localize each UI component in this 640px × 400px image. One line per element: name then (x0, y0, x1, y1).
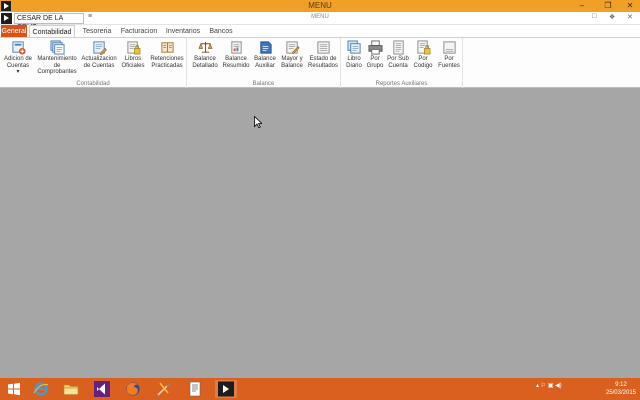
scale-icon (198, 41, 212, 53)
document-icon[interactable] (185, 380, 205, 398)
printer-icon (367, 40, 383, 55)
app-menu-taskbar-icon[interactable] (215, 380, 237, 398)
taskbar-clock[interactable]: 9:12 25/03/2015 (606, 381, 636, 397)
balance-resumido-button[interactable]: Balance Resumido (221, 40, 251, 69)
por-fuentes-button[interactable]: Por Fuentes (436, 40, 462, 69)
balance-detallado-label: Balance Detallado (192, 56, 218, 69)
mouse-cursor-icon (254, 116, 262, 128)
clock-date: 25/03/2015 (605, 390, 636, 396)
mayor-y-balance-button[interactable]: Mayor y Balance (279, 40, 305, 69)
auxiliary-balance-icon (259, 41, 272, 54)
por-grupo-label: Por Grupo (366, 56, 384, 69)
firefox-icon[interactable] (123, 380, 143, 398)
window-layout-icon[interactable]: ❖ (609, 13, 615, 21)
por-codigo-button[interactable]: Por Codigo (411, 40, 435, 69)
group-contabilidad: Adicion de Cuentas ▾ Mantenimiento de Co… (0, 38, 187, 88)
internet-explorer-icon[interactable] (31, 380, 51, 398)
taskbar: ▴ ⚐ ▣ ◀) 9:12 25/03/2015 (0, 378, 640, 400)
actualizacion-cuentas-button[interactable]: Actualizacion de Cuentas (80, 40, 118, 69)
ledger-icon (285, 41, 300, 54)
vouchers-icon (49, 40, 65, 55)
title-bar: MENU – ❐ ✕ (0, 0, 640, 12)
document-title: MENU (311, 14, 329, 20)
update-accounts-icon (92, 41, 107, 55)
workspace-area[interactable] (0, 88, 640, 378)
quick-access-bar: CESAR DE LA CRUZ ≡ MENU □ ❖ ✕ (0, 12, 640, 31)
balance-resumido-label: Balance Resumido (222, 56, 250, 69)
summary-balance-icon (230, 41, 242, 54)
group-balance-label: Balance (252, 81, 275, 87)
retenciones-practicadas-button[interactable]: Retenciones Practicadas (148, 40, 186, 69)
minimize-button[interactable]: – (574, 0, 590, 11)
mantenimiento-comprobantes-label: Mantenimiento de Comprobantes (37, 56, 77, 75)
windows-start-icon[interactable] (4, 380, 24, 398)
clock-time: 9:12 (615, 382, 627, 388)
close-button[interactable]: ✕ (622, 0, 638, 11)
group-contabilidad-label: Contabilidad (76, 81, 110, 87)
adicion-de-cuentas-button[interactable]: Adicion de Cuentas ▾ (2, 40, 34, 76)
add-account-icon (11, 41, 26, 55)
estado-resultados-button[interactable]: Estado de Resultados (305, 40, 341, 69)
tools-icon[interactable] (154, 380, 174, 398)
restore-button[interactable]: ❐ (600, 0, 616, 11)
system-tray-icons[interactable]: ▴ ⚐ ▣ ◀) (536, 382, 562, 389)
balance-auxiliar-button[interactable]: Balance Auxiliar (251, 40, 279, 69)
sources-icon (442, 41, 456, 54)
official-books-icon (126, 41, 140, 55)
ribbon-panel: Adicion de Cuentas ▾ Mantenimiento de Co… (0, 37, 640, 88)
daily-book-icon (346, 40, 361, 54)
libros-oficiales-label: Libros Oficiales (121, 56, 145, 69)
estado-resultados-label: Estado de Resultados (307, 56, 339, 69)
por-sub-cuenta-label: Por Sub Cuenta (387, 56, 409, 69)
window-title: MENU (308, 1, 332, 10)
adicion-de-cuentas-label: Adicion de Cuentas ▾ (3, 56, 33, 75)
withholdings-icon (160, 42, 174, 53)
libros-oficiales-button[interactable]: Libros Oficiales (119, 40, 147, 69)
por-sub-cuenta-button[interactable]: Por Sub Cuenta (385, 40, 411, 69)
retenciones-practicadas-label: Retenciones Practicadas (150, 56, 184, 69)
code-lock-icon (416, 40, 430, 55)
ribbon-display-icon[interactable]: □ (592, 13, 596, 20)
libro-diario-button[interactable]: Libro Diario (342, 40, 366, 69)
group-balance: Balance Detallado Balance Resumido Balan… (187, 38, 341, 88)
libro-diario-label: Libro Diario (346, 56, 362, 69)
group-reportes-auxiliares-label: Reportes Auxiliares (375, 81, 428, 87)
balance-detallado-button[interactable]: Balance Detallado (190, 40, 220, 69)
balance-auxiliar-label: Balance Auxiliar (254, 56, 276, 69)
mantenimiento-comprobantes-button[interactable]: Mantenimiento de Comprobantes (36, 40, 78, 76)
group-reportes-auxiliares: Libro Diario Por Grupo Por Sub Cuenta Po… (341, 38, 463, 88)
por-grupo-button[interactable]: Por Grupo (364, 40, 386, 69)
subaccount-icon (392, 40, 404, 55)
close-document-icon[interactable]: ✕ (627, 13, 633, 21)
results-statement-icon (316, 41, 330, 54)
visual-studio-icon[interactable] (92, 380, 112, 398)
por-fuentes-label: Por Fuentes (438, 56, 460, 69)
actualizacion-cuentas-label: Actualizacion de Cuentas (81, 56, 117, 69)
mayor-y-balance-label: Mayor y Balance (281, 56, 303, 69)
por-codigo-label: Por Codigo (413, 56, 433, 69)
file-explorer-icon[interactable] (61, 380, 81, 398)
